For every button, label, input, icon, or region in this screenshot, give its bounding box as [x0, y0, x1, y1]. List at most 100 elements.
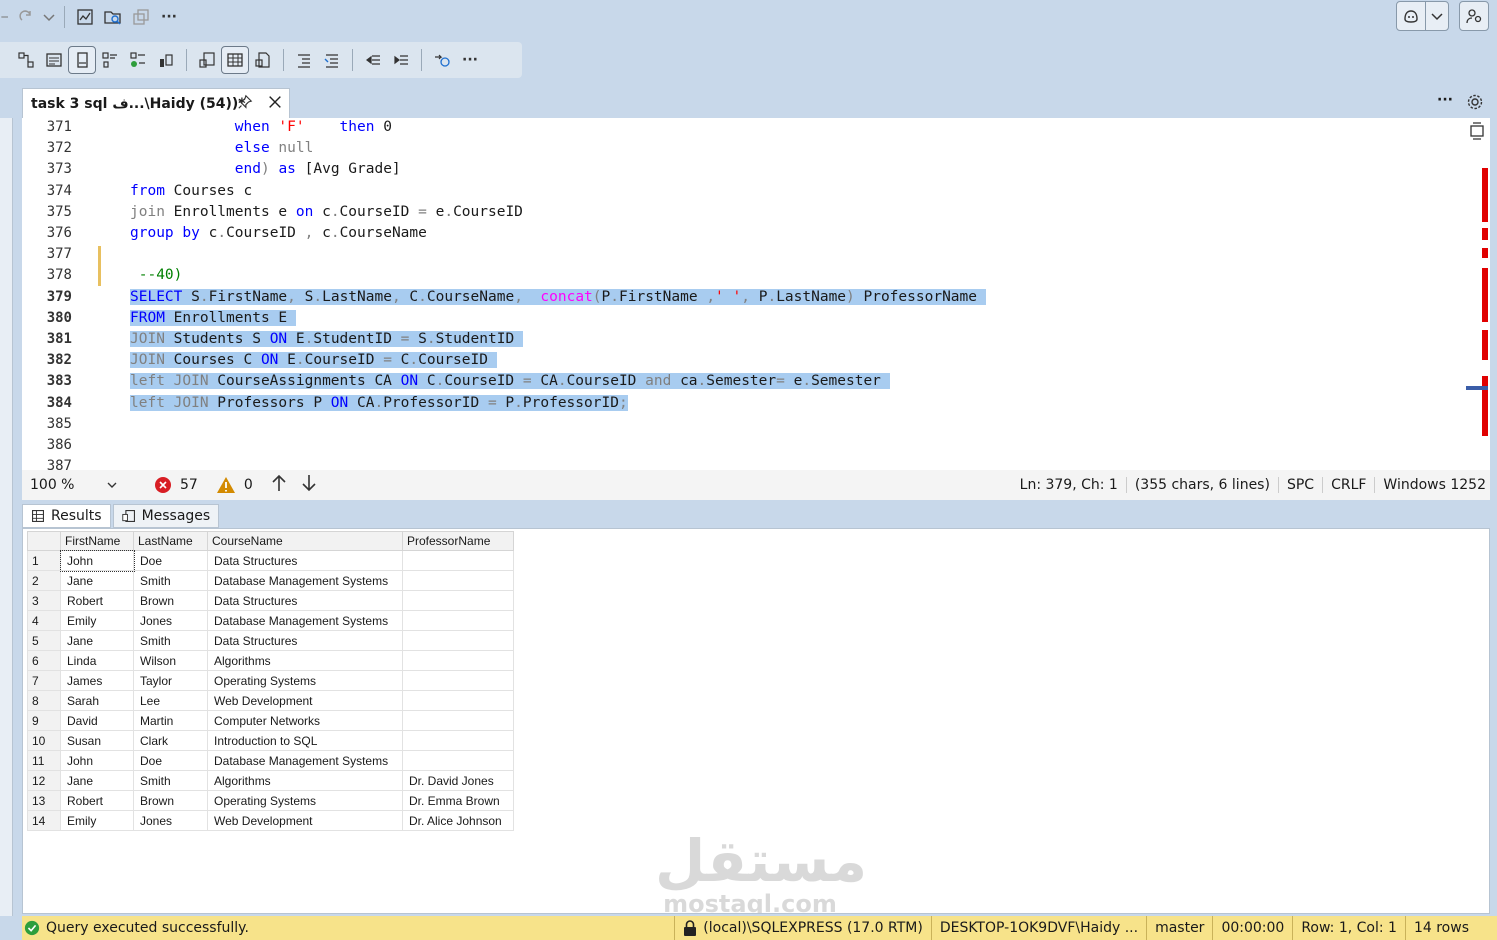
grid-cell[interactable]: David	[60, 710, 134, 731]
results-to-file-button[interactable]	[249, 46, 277, 74]
errors-indicator[interactable]: 57	[154, 476, 198, 494]
scrollbar-caret-marker[interactable]	[1466, 386, 1488, 390]
row-number[interactable]: 4	[27, 610, 61, 631]
grid-cell[interactable]	[402, 590, 514, 611]
split-editor-icon[interactable]	[1469, 122, 1485, 144]
warnings-indicator[interactable]: 0	[216, 476, 253, 494]
row-number[interactable]: 11	[27, 750, 61, 771]
grid-cell[interactable]: Data Structures	[207, 550, 403, 571]
grid-cell[interactable]	[402, 630, 514, 651]
row-number[interactable]: 8	[27, 690, 61, 711]
tab-messages[interactable]: Messages	[112, 504, 220, 528]
increase-indent-button[interactable]	[387, 46, 415, 74]
file-encoding[interactable]: Windows 1252	[1374, 477, 1490, 493]
column-header[interactable]: LastName	[133, 531, 208, 551]
account-button[interactable]	[1459, 1, 1489, 31]
table-row[interactable]: 11 John Doe Database Management Systems	[27, 750, 514, 771]
grid-cell[interactable]: Sarah	[60, 690, 134, 711]
tab-results[interactable]: Results	[22, 504, 111, 528]
tab-overflow-button[interactable]: ···	[1437, 92, 1453, 108]
redo-dropdown[interactable]	[40, 3, 58, 31]
row-number-header[interactable]	[27, 531, 61, 551]
grid-cell[interactable]: Database Management Systems	[207, 750, 403, 771]
grid-cell[interactable]: Robert	[60, 790, 134, 811]
grid-cell[interactable]: Smith	[133, 570, 208, 591]
table-row[interactable]: 4 Emily Jones Database Management Systems	[27, 610, 514, 631]
query-options-button[interactable]	[193, 46, 221, 74]
live-query-stats-button[interactable]	[124, 46, 152, 74]
row-number[interactable]: 1	[27, 550, 61, 571]
grid-cell[interactable]: Smith	[133, 630, 208, 651]
grid-cell[interactable]: Jane	[60, 630, 134, 651]
row-number[interactable]: 14	[27, 810, 61, 831]
grid-cell[interactable]: Emily	[60, 810, 134, 831]
grid-cell[interactable]: Lee	[133, 690, 208, 711]
grid-cell[interactable]: Emily	[60, 610, 134, 631]
include-actual-plan-button[interactable]	[96, 46, 124, 74]
query-editor[interactable]: 371 when 'F' then 0 372 else null 373 end)…	[22, 118, 1490, 470]
row-number[interactable]: 5	[27, 630, 61, 651]
grid-cell[interactable]	[402, 570, 514, 591]
row-number[interactable]: 2	[27, 570, 61, 591]
grid-cell[interactable]: Jones	[133, 610, 208, 631]
grid-cell[interactable]	[402, 610, 514, 631]
uncomment-button[interactable]	[318, 46, 346, 74]
grid-cell[interactable]: Operating Systems	[207, 670, 403, 691]
grid-cell[interactable]: Robert	[60, 590, 134, 611]
zoom-select[interactable]: 100 %	[22, 477, 126, 493]
grid-cell[interactable]: Doe	[133, 750, 208, 771]
grid-cell[interactable]: Susan	[60, 730, 134, 751]
grid-cell[interactable]	[402, 710, 514, 731]
grid-cell[interactable]: Dr. Emma Brown	[402, 790, 514, 811]
copilot-button[interactable]	[1397, 2, 1425, 30]
table-row[interactable]: 13 Robert Brown Operating Systems Dr. Emma B…	[27, 790, 514, 811]
grid-cell[interactable]	[402, 670, 514, 691]
registered-servers-button[interactable]	[127, 3, 155, 31]
table-row[interactable]: 6 Linda Wilson Algorithms	[27, 650, 514, 671]
settings-gear-icon[interactable]	[1466, 93, 1484, 115]
row-number[interactable]: 12	[27, 770, 61, 791]
document-tab-task3[interactable]: task 3 sql ف...\Haidy (54))*	[22, 88, 290, 118]
results-grid-toggle-button[interactable]	[221, 46, 249, 74]
previous-issue-button[interactable]	[271, 474, 287, 496]
table-row[interactable]: 14 Emily Jones Web Development Dr. Alice Joh…	[27, 810, 514, 831]
table-row[interactable]: 5 Jane Smith Data Structures	[27, 630, 514, 651]
table-row[interactable]: 3 Robert Brown Data Structures	[27, 590, 514, 611]
column-header[interactable]: FirstName	[60, 531, 134, 551]
grid-cell[interactable]: James	[60, 670, 134, 691]
copilot-button-group[interactable]	[1396, 1, 1449, 31]
grid-cell[interactable]: Jane	[60, 770, 134, 791]
grid-cell[interactable]	[402, 730, 514, 751]
grid-cell[interactable]	[402, 550, 514, 571]
grid-cell[interactable]: Wilson	[133, 650, 208, 671]
display-estimated-plan-button[interactable]	[12, 46, 40, 74]
line-ending[interactable]: CRLF	[1322, 477, 1374, 493]
toolbar1-more-button[interactable]: ···	[155, 3, 183, 31]
results-to-text-button[interactable]	[40, 46, 68, 74]
row-number[interactable]: 6	[27, 650, 61, 671]
grid-cell[interactable]: Brown	[133, 790, 208, 811]
grid-cell[interactable]: Brown	[133, 590, 208, 611]
table-row[interactable]: 1 John Doe Data Structures	[27, 549, 514, 572]
grid-cell[interactable]: Dr. David Jones	[402, 770, 514, 791]
table-row[interactable]: 7 James Taylor Operating Systems	[27, 670, 514, 691]
redo-button[interactable]	[12, 3, 40, 31]
grid-cell[interactable]: Linda	[60, 650, 134, 671]
close-tab-icon[interactable]	[267, 94, 283, 114]
grid-cell[interactable]: Algorithms	[207, 770, 403, 791]
grid-cell[interactable]: Smith	[133, 770, 208, 791]
row-number[interactable]: 9	[27, 710, 61, 731]
grid-cell[interactable]: Database Management Systems	[207, 570, 403, 591]
pin-tab-icon[interactable]	[237, 94, 253, 114]
row-number[interactable]: 10	[27, 730, 61, 751]
table-row[interactable]: 9 David Martin Computer Networks	[27, 710, 514, 731]
grid-cell[interactable]: Dr. Alice Johnson	[402, 810, 514, 831]
grid-cell[interactable]: Jane	[60, 570, 134, 591]
column-header[interactable]: CourseName	[207, 531, 403, 551]
table-row[interactable]: 10 Susan Clark Introduction to SQL	[27, 730, 514, 751]
grid-cell[interactable]	[402, 750, 514, 771]
grid-cell[interactable]: John	[59, 549, 135, 572]
activity-monitor-button[interactable]	[71, 3, 99, 31]
grid-cell[interactable]: Algorithms	[207, 650, 403, 671]
grid-cell[interactable]: Database Management Systems	[207, 610, 403, 631]
